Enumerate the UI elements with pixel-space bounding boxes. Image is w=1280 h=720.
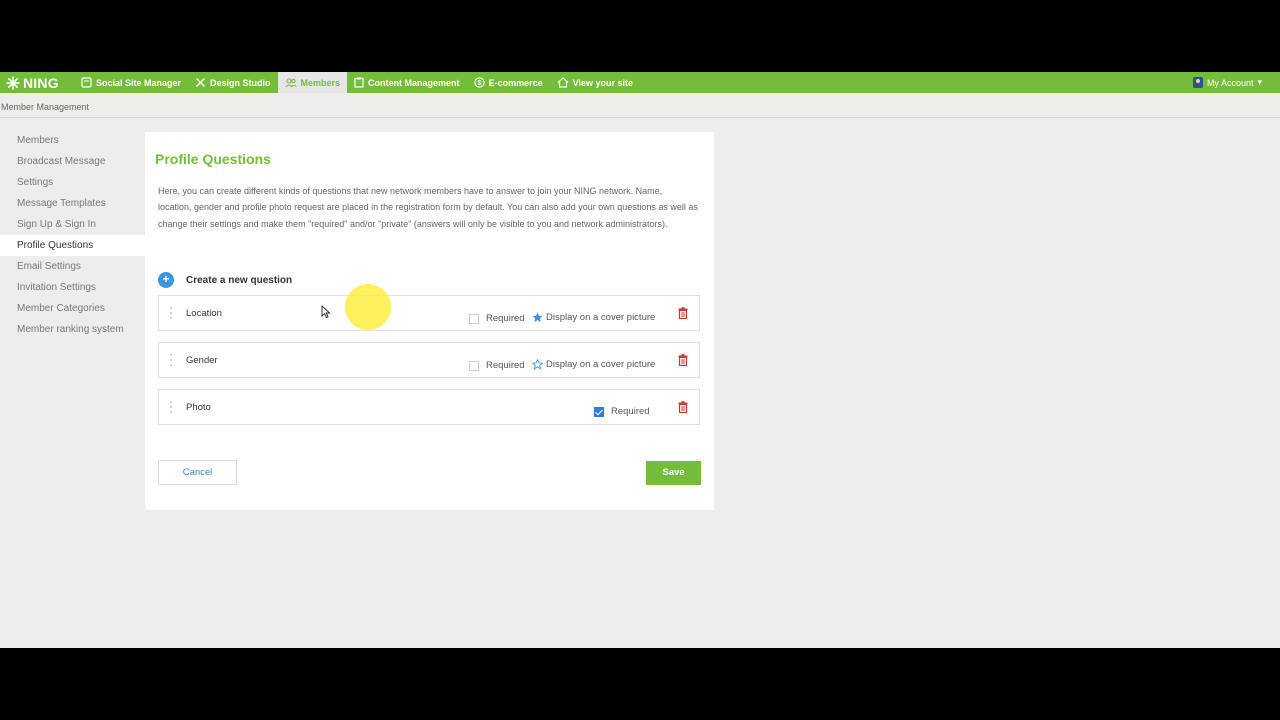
create-question-button[interactable]: + Create a new question: [158, 272, 292, 288]
breadcrumb-label: Member Management: [1, 102, 90, 112]
nav-label: E-commerce: [488, 77, 543, 88]
nav-content-management[interactable]: Content Management: [347, 72, 467, 93]
question-row-location[interactable]: Location Required Display on a cover pic…: [158, 295, 700, 331]
delete-question-button[interactable]: [678, 307, 688, 319]
delete-question-button[interactable]: [678, 401, 688, 413]
checkbox-checked-icon[interactable]: [594, 406, 604, 417]
checkbox-icon[interactable]: [469, 313, 479, 324]
home-icon: [557, 77, 568, 88]
sidebar: Members Broadcast Message Settings Messa…: [0, 130, 145, 340]
cancel-button[interactable]: Cancel: [158, 460, 237, 485]
content-icon: [354, 77, 364, 88]
required-label: Required: [486, 313, 525, 324]
my-account-menu[interactable]: My Account ▾: [1192, 72, 1262, 93]
sidebar-item-members[interactable]: Members: [0, 130, 145, 151]
cover-label: Display on a cover picture: [546, 359, 656, 370]
sidebar-item-member-categories[interactable]: Member Categories: [0, 298, 145, 319]
trash-icon: [678, 354, 688, 366]
click-highlight: [345, 284, 391, 330]
sidebar-item-member-ranking-system[interactable]: Member ranking system: [0, 319, 145, 340]
sidebar-item-broadcast-message[interactable]: Broadcast Message: [0, 151, 145, 172]
sidebar-item-invitation-settings[interactable]: Invitation Settings: [0, 277, 145, 298]
ning-logo[interactable]: NING: [6, 74, 59, 91]
app-window: NING Social Site Manager Design Studio M…: [0, 72, 1280, 648]
delete-question-button[interactable]: [678, 354, 688, 366]
nav-label: View your site: [572, 77, 633, 88]
nav-social-site-manager[interactable]: Social Site Manager: [74, 72, 188, 93]
question-row-gender[interactable]: Gender Required Display on a cover pictu…: [158, 342, 700, 378]
create-question-label: Create a new question: [186, 274, 293, 286]
drag-handle-icon[interactable]: [170, 401, 173, 415]
required-checkbox[interactable]: Required: [469, 360, 525, 371]
trash-icon: [678, 401, 688, 413]
members-icon: [284, 77, 297, 87]
top-navigation-bar: NING Social Site Manager Design Studio M…: [0, 72, 1280, 93]
nav-members[interactable]: Members: [277, 72, 348, 93]
mouse-cursor-icon: [321, 305, 331, 319]
question-label: Photo: [186, 402, 211, 413]
sidebar-item-sign-up-sign-in[interactable]: Sign Up & Sign In: [0, 214, 145, 235]
sidebar-item-settings[interactable]: Settings: [0, 172, 145, 193]
required-label: Required: [611, 406, 650, 417]
brand-name: NING: [23, 74, 59, 91]
nav-label: Members: [300, 77, 341, 88]
sidebar-item-email-settings[interactable]: Email Settings: [0, 256, 145, 277]
dollar-icon: $: [473, 77, 485, 88]
chevron-down-icon: ▾: [1257, 77, 1262, 87]
question-row-photo[interactable]: Photo Required: [158, 389, 700, 425]
nav-label: Social Site Manager: [96, 77, 182, 88]
nav-view-your-site[interactable]: View your site: [550, 72, 640, 93]
drag-handle-icon[interactable]: [170, 307, 173, 321]
page-title: Profile Questions: [155, 151, 271, 167]
ning-logo-icon: [6, 75, 20, 90]
star-filled-icon[interactable]: [532, 312, 543, 323]
required-label: Required: [486, 360, 525, 371]
question-label: Location: [186, 308, 222, 319]
trash-icon: [678, 307, 688, 319]
svg-text:$: $: [477, 80, 481, 87]
checkbox-icon[interactable]: [469, 360, 479, 371]
design-icon: [196, 78, 205, 87]
cover-picture-toggle[interactable]: Display on a cover picture: [532, 359, 655, 370]
nav-label: Content Management: [368, 77, 460, 88]
nav-label: Design Studio: [210, 77, 271, 88]
main-nav: Social Site Manager Design Studio Member…: [74, 72, 640, 93]
plus-icon: +: [158, 272, 174, 288]
breadcrumb: Member Management: [0, 93, 1280, 118]
drag-handle-icon[interactable]: [170, 354, 173, 368]
star-outline-icon[interactable]: [532, 359, 543, 370]
sidebar-item-profile-questions[interactable]: Profile Questions: [0, 235, 145, 256]
page-description: Here, you can create different kinds of …: [158, 186, 698, 229]
avatar: [1192, 77, 1203, 88]
required-checkbox[interactable]: Required: [469, 313, 525, 324]
required-checkbox[interactable]: Required: [594, 406, 650, 417]
profile-questions-panel: Profile Questions Here, you can create d…: [145, 132, 714, 510]
question-label: Gender: [186, 355, 218, 366]
save-button[interactable]: Save: [646, 461, 701, 485]
nav-e-commerce[interactable]: $ E-commerce: [467, 72, 550, 93]
account-label: My Account: [1206, 77, 1254, 88]
cover-label: Display on a cover picture: [546, 312, 656, 323]
sidebar-item-message-templates[interactable]: Message Templates: [0, 193, 145, 214]
site-manager-icon: [81, 77, 92, 88]
cover-picture-toggle[interactable]: Display on a cover picture: [532, 312, 655, 323]
nav-design-studio[interactable]: Design Studio: [188, 72, 278, 93]
